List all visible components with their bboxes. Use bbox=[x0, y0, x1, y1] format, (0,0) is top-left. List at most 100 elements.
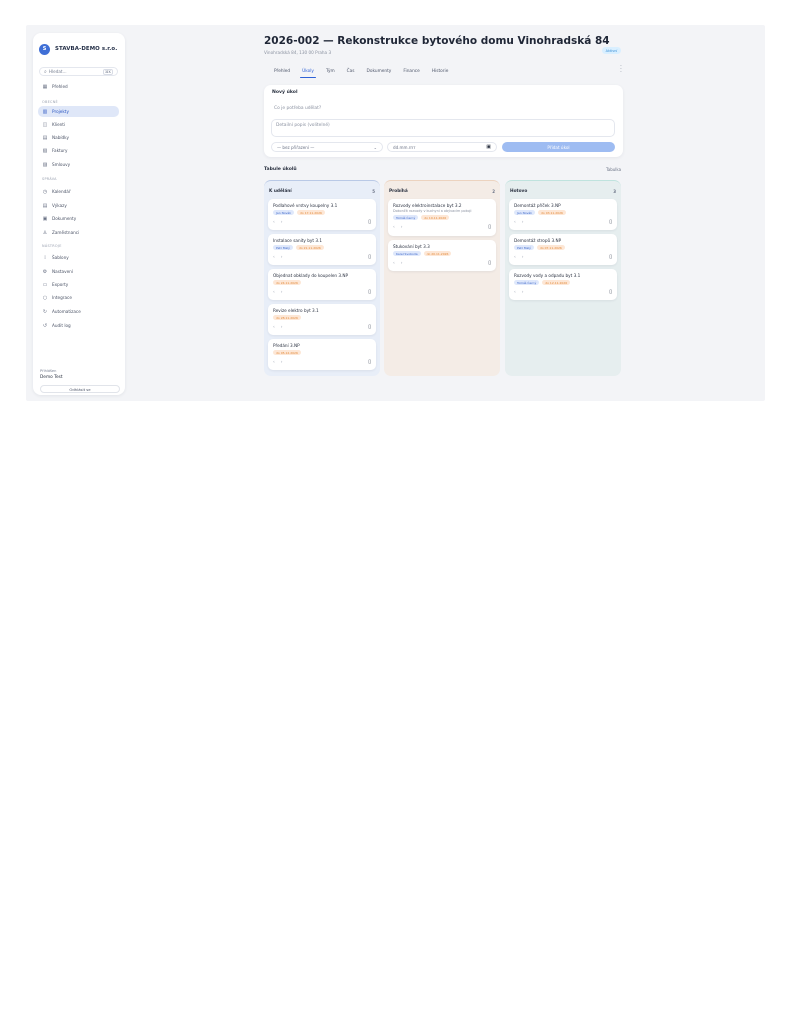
move-left-icon[interactable]: ‹ bbox=[273, 325, 275, 330]
column-count: 5 bbox=[372, 188, 375, 194]
due-date-input[interactable]: dd.mm.rrrr ▣ bbox=[387, 142, 497, 152]
task-card[interactable]: Revize elektro byt 3.1 do 28.11.2026 ‹ › ▯ bbox=[268, 304, 376, 335]
board-column-k-udelani: K udělání 5 Podlahové vrstvy koupelny 3.1 J… bbox=[264, 180, 380, 376]
sidebar-item-smlouvy[interactable]: ▨ Smlouvy bbox=[38, 159, 119, 170]
move-right-icon[interactable]: › bbox=[401, 225, 403, 230]
trash-icon[interactable]: ▯ bbox=[609, 254, 612, 260]
sidebar-item-label: Zaměstnanci bbox=[52, 230, 80, 235]
sidebar-section-label: OBECNÉ bbox=[42, 100, 58, 104]
task-card[interactable]: Štukování byt 3.3 Karel Svoboda do 20.11.2… bbox=[388, 240, 496, 271]
calendar-icon[interactable]: ▣ bbox=[486, 144, 491, 150]
history-icon: ↺ bbox=[42, 322, 48, 329]
sidebar-item-zamestnanci[interactable]: ♙ Zaměstnanci bbox=[38, 227, 119, 238]
board-view-toggle[interactable]: Tabulka bbox=[606, 167, 621, 172]
move-right-icon[interactable]: › bbox=[522, 255, 524, 260]
task-card[interactable]: Podlahové vrstvy koupelny 3.1 Jan Novák do… bbox=[268, 199, 376, 230]
move-left-icon[interactable]: ‹ bbox=[393, 225, 395, 230]
trash-icon[interactable]: ▯ bbox=[368, 359, 371, 365]
user-name: Demo Test bbox=[40, 375, 63, 380]
move-left-icon[interactable]: ‹ bbox=[273, 220, 275, 225]
task-card[interactable]: Demontáž stropů 3.NP Petr Malý do 07.11.20… bbox=[509, 234, 617, 265]
trash-icon[interactable]: ▯ bbox=[368, 324, 371, 330]
trash-icon[interactable]: ▯ bbox=[488, 224, 491, 230]
move-right-icon[interactable]: › bbox=[281, 325, 283, 330]
trash-icon[interactable]: ▯ bbox=[368, 254, 371, 260]
column-header: Hotovo 3 bbox=[510, 187, 616, 195]
add-task-button[interactable]: Přidat úkol bbox=[502, 142, 615, 152]
task-title-input[interactable]: Co je potřeba udělat? bbox=[272, 103, 615, 113]
due-date-badge: do 24.11.2026 bbox=[273, 280, 301, 285]
new-task-heading: Nový úkol bbox=[272, 90, 298, 95]
move-right-icon[interactable]: › bbox=[522, 220, 524, 225]
brand[interactable]: S STAVBA-DEMO s.r.o. bbox=[39, 42, 123, 56]
page-title: 2026-002 — Rekonstrukce bytového domu Vi… bbox=[264, 35, 610, 47]
sidebar-item-projekty[interactable]: ▥ Projekty bbox=[38, 106, 119, 117]
task-card[interactable]: Rozvody vody a odpadu byt 3.1 Tomáš Černý… bbox=[509, 269, 617, 300]
task-card[interactable]: Rozvody elektroinstalace byt 3.2 Dokončit… bbox=[388, 199, 496, 236]
task-card[interactable]: Předání 3.NP do 05.12.2026 ‹ › ▯ bbox=[268, 339, 376, 370]
sidebar-item-exporty[interactable]: ▭ Exporty bbox=[38, 279, 119, 290]
board-title: Tabule úkolů bbox=[264, 167, 297, 172]
sidebar-item-label: Integrace bbox=[52, 295, 72, 300]
move-right-icon[interactable]: › bbox=[281, 290, 283, 295]
brand-logo: S bbox=[39, 43, 50, 55]
trash-icon[interactable]: ▯ bbox=[368, 289, 371, 295]
sidebar-item-kalendar[interactable]: ◷ Kalendář bbox=[38, 186, 119, 197]
sidebar-item-automatizace[interactable]: ↻ Automatizace bbox=[38, 306, 119, 317]
sidebar-item-dokumenty[interactable]: ▣ Dokumenty bbox=[38, 213, 119, 224]
move-right-icon[interactable]: › bbox=[281, 255, 283, 260]
move-left-icon[interactable]: ‹ bbox=[273, 290, 275, 295]
move-right-icon[interactable]: › bbox=[522, 290, 524, 295]
logout-button[interactable]: Odhlásit se bbox=[40, 385, 120, 393]
task-title: Rozvody vody a odpadu byt 3.1 bbox=[514, 273, 581, 278]
tab-cas[interactable]: Čas bbox=[341, 66, 361, 76]
tab-ukoly[interactable]: Úkoly bbox=[296, 66, 320, 78]
move-left-icon[interactable]: ‹ bbox=[514, 255, 516, 260]
move-left-icon[interactable]: ‹ bbox=[514, 290, 516, 295]
move-left-icon[interactable]: ‹ bbox=[393, 261, 395, 266]
move-left-icon[interactable]: ‹ bbox=[273, 255, 275, 260]
trash-icon[interactable]: ▯ bbox=[488, 260, 491, 266]
sidebar-item-integrace[interactable]: ○ Integrace bbox=[38, 292, 119, 303]
column-title: Hotovo bbox=[510, 188, 528, 194]
move-left-icon[interactable]: ‹ bbox=[514, 220, 516, 225]
task-description-input[interactable]: Detailní popis (volitelné) bbox=[271, 119, 615, 137]
search-input[interactable]: ⌕ Hledat... ⌘K bbox=[39, 67, 118, 76]
task-card[interactable]: Demontáž příček 3.NP Jan Novák do 03.11.20… bbox=[509, 199, 617, 230]
task-card[interactable]: Instalace sanity byt 3.1 Petr Malý do 21.1… bbox=[268, 234, 376, 265]
more-icon[interactable]: · · · bbox=[620, 64, 622, 76]
sidebar-item-nabidky[interactable]: ▤ Nabídky bbox=[38, 132, 119, 143]
tab-prehled[interactable]: Přehled bbox=[268, 66, 296, 76]
sidebar-item-vykazy[interactable]: ▤ Výkazy bbox=[38, 200, 119, 211]
sidebar-item-faktury[interactable]: ▧ Faktury bbox=[38, 145, 119, 156]
sidebar-section-label: SPRÁVA bbox=[42, 177, 57, 181]
trash-icon[interactable]: ▯ bbox=[609, 289, 612, 295]
tab-historie[interactable]: Historie bbox=[426, 66, 455, 76]
sidebar-item-audit-log[interactable]: ↺ Audit log bbox=[38, 320, 119, 331]
trash-icon[interactable]: ▯ bbox=[368, 219, 371, 225]
move-right-icon[interactable]: › bbox=[281, 220, 283, 225]
task-actions: ‹ › ▯ bbox=[273, 219, 371, 225]
assignee-badge: Jan Novák bbox=[273, 210, 295, 215]
move-right-icon[interactable]: › bbox=[281, 360, 283, 365]
sidebar-item-klienti[interactable]: ◫ Klienti bbox=[38, 119, 119, 130]
sidebar-item-sablony[interactable]: ⁞ Šablony bbox=[38, 252, 119, 263]
task-actions: ‹ › ▯ bbox=[514, 289, 612, 295]
assignee-select[interactable]: — bez přiřazení — ⌄ bbox=[271, 142, 383, 152]
contract-icon: ▨ bbox=[42, 161, 48, 168]
move-left-icon[interactable]: ‹ bbox=[273, 360, 275, 365]
project-address: Vinohradská 84, 130 00 Praha 3 bbox=[264, 50, 332, 55]
task-badges: Tomáš Černý do 12.11.2026 bbox=[514, 280, 612, 285]
due-date-badge: do 21.11.2026 bbox=[295, 245, 324, 250]
move-right-icon[interactable]: › bbox=[401, 261, 403, 266]
sidebar-item-nastaveni[interactable]: ⚙ Nastavení bbox=[38, 266, 119, 277]
due-date-badge: do 19.11.2026 bbox=[421, 215, 450, 220]
tab-tym[interactable]: Tým bbox=[320, 66, 341, 76]
board-column-probiha: Probíhá 2 Rozvody elektroinstalace byt 3.2… bbox=[384, 180, 500, 376]
sidebar-item-prehled[interactable]: ▦ Přehled bbox=[38, 81, 119, 92]
document-icon: ▤ bbox=[42, 134, 48, 141]
tab-dokumenty[interactable]: Dokumenty bbox=[361, 66, 398, 76]
task-card[interactable]: Objednat obklady do koupelen 3.NP do 24.1… bbox=[268, 269, 376, 300]
trash-icon[interactable]: ▯ bbox=[609, 219, 612, 225]
tab-finance[interactable]: Finance bbox=[397, 66, 425, 76]
